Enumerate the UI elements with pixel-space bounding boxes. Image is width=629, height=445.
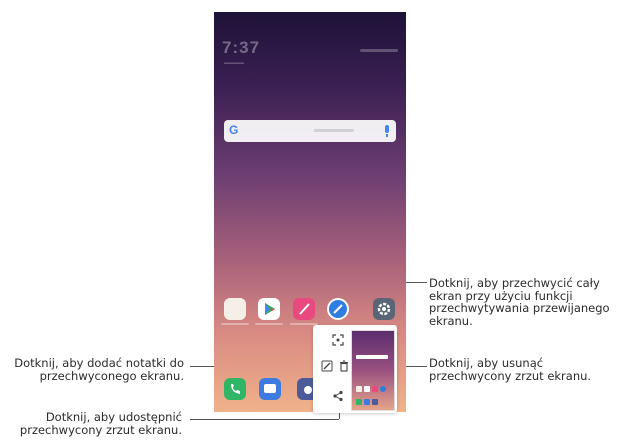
- clock-widget: 7:37: [222, 38, 261, 57]
- screenshot-thumbnail[interactable]: [351, 330, 395, 411]
- extended-capture-icon: [332, 334, 344, 346]
- pen-edit-icon: [321, 360, 333, 372]
- callout-delete: Dotknij, aby usunąć przechwycony zrzut e…: [429, 356, 592, 383]
- callout-scroll-capture: Dotknij, aby przechwycić cały ekran przy…: [429, 276, 610, 328]
- phone-call-icon[interactable]: [224, 378, 246, 400]
- browser-icon[interactable]: [327, 298, 349, 320]
- play-store-icon[interactable]: [258, 298, 280, 320]
- messages-icon[interactable]: [259, 378, 281, 400]
- mic-icon[interactable]: [385, 125, 389, 137]
- notes-app-icon[interactable]: [293, 298, 315, 320]
- weather-widget: [360, 49, 398, 52]
- date-text: ▬▬▬▬: [224, 60, 244, 66]
- app-folder-icon[interactable]: [224, 298, 246, 320]
- app-label: [221, 323, 249, 325]
- callout-add-notes: Dotknij, aby dodać notatki do przechwyco…: [14, 356, 184, 383]
- scroll-capture-button[interactable]: [329, 331, 347, 349]
- callout-share: Dotknij, aby udostępnić przechwycony zrz…: [19, 410, 182, 437]
- leader-share: [190, 419, 339, 420]
- share-button[interactable]: [329, 387, 347, 405]
- edit-button[interactable]: [318, 357, 336, 375]
- trash-icon: [340, 360, 348, 372]
- search-hint: [314, 129, 354, 132]
- share-icon: [333, 390, 343, 402]
- google-search-bar[interactable]: G: [224, 120, 396, 142]
- app-label: [255, 323, 283, 325]
- google-icon: G: [229, 123, 239, 137]
- settings-icon[interactable]: [373, 298, 395, 320]
- capture-preview-panel: [313, 325, 397, 413]
